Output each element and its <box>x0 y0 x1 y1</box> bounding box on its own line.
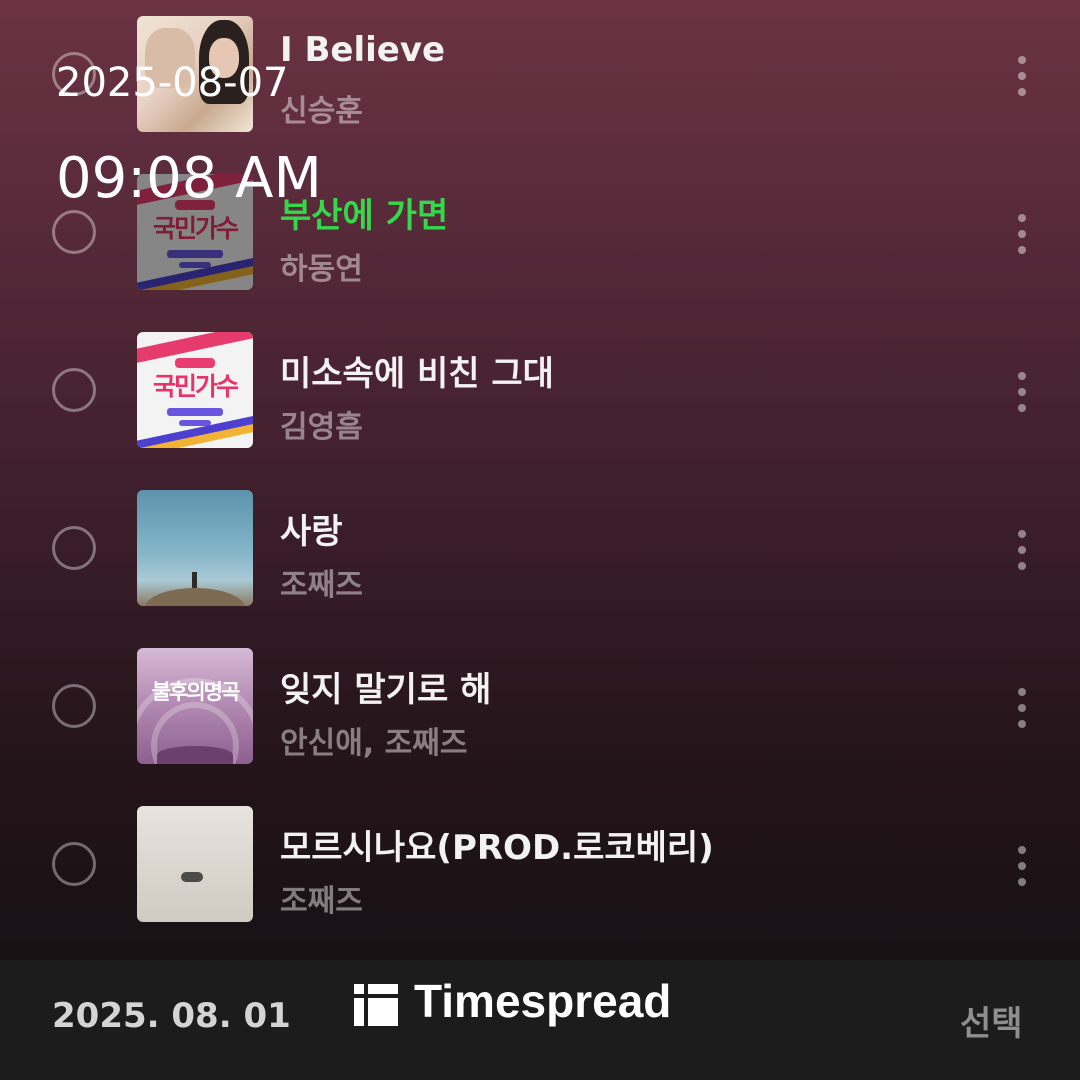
album-art-text: 국민가수 <box>152 214 239 243</box>
select-radio[interactable] <box>52 210 96 254</box>
more-options-icon[interactable] <box>1012 844 1032 888</box>
song-artist: 하동연 <box>280 252 363 287</box>
song-title: 미소속에 비친 그대 <box>280 354 554 394</box>
song-row[interactable]: 국민가수 미소속에 비친 그대 김영흠 <box>0 316 1080 474</box>
more-options-icon[interactable] <box>1012 528 1032 572</box>
song-row[interactable]: 불후의명곡 잊지 말기로 해 안신애, 조째즈 <box>0 632 1080 790</box>
song-list: I Believe 신승훈 국민가수 부산에 가면 하동연 국민가수 미소속에 … <box>0 0 1080 960</box>
more-options-icon[interactable] <box>1012 212 1032 256</box>
song-title: 사랑 <box>280 512 343 552</box>
song-title: 잊지 말기로 해 <box>280 670 492 710</box>
select-radio[interactable] <box>52 684 96 728</box>
timestamp-date: 2025-08-07 <box>56 60 289 106</box>
album-art <box>137 806 253 922</box>
select-radio[interactable] <box>52 526 96 570</box>
song-artist: 조째즈 <box>280 568 363 603</box>
song-row[interactable]: 모르시나요(PROD.로코베리) 조째즈 <box>0 790 1080 948</box>
timestamp-time: 09:08 AM <box>56 146 322 211</box>
album-art <box>137 490 253 606</box>
song-artist: 안신애, 조째즈 <box>280 726 468 761</box>
more-options-icon[interactable] <box>1012 54 1032 98</box>
logo-mark-icon <box>354 984 398 1026</box>
bottom-bar: 2025. 08. 01 Timespread 선택 <box>0 960 1080 1080</box>
album-art-text: 불후의명곡 <box>151 680 241 704</box>
song-row[interactable]: 사랑 조째즈 <box>0 474 1080 632</box>
select-radio[interactable] <box>52 368 96 412</box>
album-art-text: 국민가수 <box>152 372 239 401</box>
select-button[interactable]: 선택 <box>960 996 1023 1045</box>
song-title: I Believe <box>280 30 446 70</box>
more-options-icon[interactable] <box>1012 686 1032 730</box>
playlist-date: 2025. 08. 01 <box>52 996 291 1036</box>
song-artist: 조째즈 <box>280 884 363 919</box>
album-art: 불후의명곡 <box>137 648 253 764</box>
song-artist: 김영흠 <box>280 410 363 445</box>
logo-text: Timespread <box>414 975 672 1027</box>
select-radio[interactable] <box>52 842 96 886</box>
album-art: 국민가수 <box>137 332 253 448</box>
more-options-icon[interactable] <box>1012 370 1032 414</box>
song-artist: 신승훈 <box>280 94 363 129</box>
song-title: 모르시나요(PROD.로코베리) <box>280 828 714 868</box>
